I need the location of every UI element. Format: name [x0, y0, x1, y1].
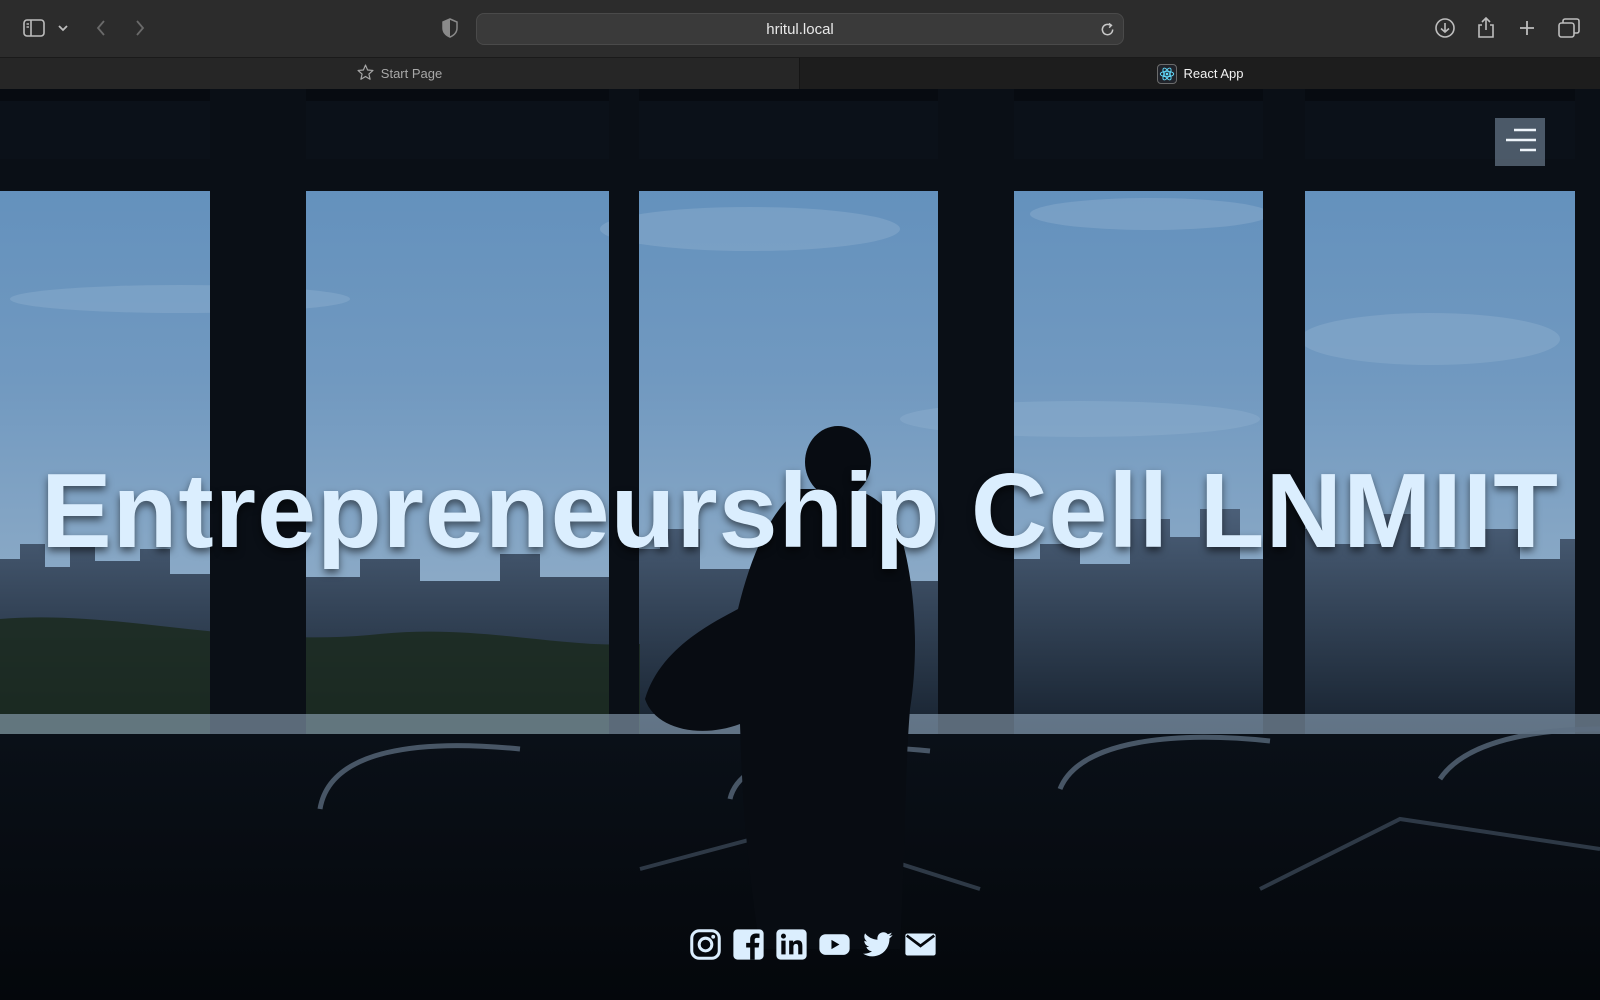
- tab-start-page[interactable]: Start Page: [0, 58, 800, 89]
- hamburger-menu-icon: [1502, 125, 1538, 160]
- menu-button[interactable]: [1495, 118, 1545, 166]
- email-icon[interactable]: [904, 928, 937, 961]
- tab-overview-icon[interactable]: [1557, 14, 1581, 42]
- shield-icon[interactable]: [440, 14, 460, 42]
- social-links: [689, 928, 937, 961]
- instagram-icon[interactable]: [689, 928, 722, 961]
- facebook-icon[interactable]: [732, 928, 765, 961]
- chevron-down-icon[interactable]: [56, 14, 70, 42]
- address-bar[interactable]: hritul.local: [476, 13, 1124, 45]
- youtube-icon[interactable]: [818, 928, 851, 961]
- sidebar-icon[interactable]: [22, 14, 46, 42]
- tab-react-app[interactable]: React App: [800, 58, 1600, 89]
- new-tab-icon[interactable]: [1516, 14, 1538, 42]
- back-icon[interactable]: [92, 14, 110, 42]
- tab-label: Start Page: [380, 66, 443, 81]
- forward-icon[interactable]: [131, 14, 149, 42]
- react-icon: [1156, 63, 1177, 84]
- tab-strip: Start Page React App: [0, 58, 1600, 89]
- star-icon: [357, 64, 374, 83]
- hero-title: Entrepreneurship Cell LNMIIT: [40, 452, 1560, 570]
- url-text: hritul.local: [766, 20, 834, 38]
- hero-section: Entrepreneurship Cell LNMIIT: [0, 89, 1600, 1000]
- share-icon[interactable]: [1475, 14, 1497, 42]
- browser-toolbar: hritul.local: [0, 0, 1600, 58]
- download-icon[interactable]: [1433, 14, 1457, 42]
- tab-label: React App: [1183, 66, 1244, 81]
- linkedin-icon[interactable]: [775, 928, 808, 961]
- reload-icon[interactable]: [1097, 19, 1117, 39]
- twitter-icon[interactable]: [861, 928, 894, 961]
